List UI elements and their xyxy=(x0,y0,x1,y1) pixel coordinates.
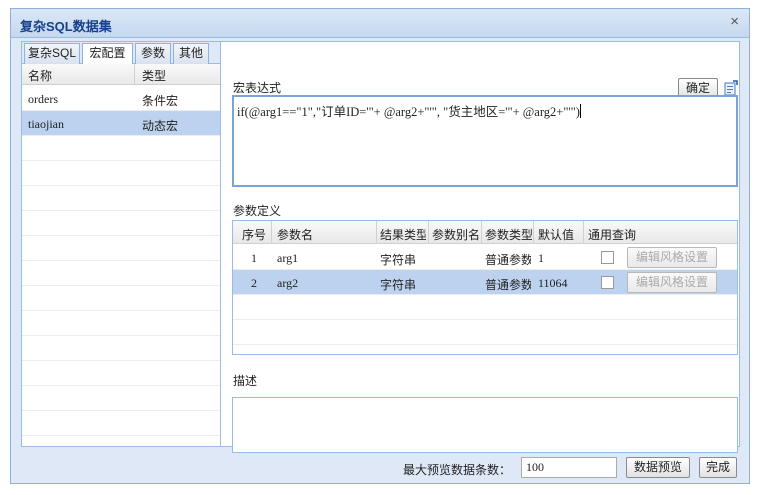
expression-text: if(@arg1=="1","订单ID='"+ @arg2+"'", "货主地区… xyxy=(237,105,580,119)
header-alias[interactable]: 参数别名 xyxy=(432,226,480,243)
general-query-checkbox[interactable] xyxy=(601,251,614,264)
macro-row[interactable]: orders 条件宏 xyxy=(22,86,220,111)
empty-row xyxy=(22,286,220,311)
empty-row xyxy=(22,386,220,411)
expression-label: 宏表达式 xyxy=(233,81,282,95)
text-cursor xyxy=(579,104,581,118)
max-rows-label: 最大预览数据条数： xyxy=(403,463,512,477)
column-divider[interactable] xyxy=(271,221,272,244)
dialog-title: 复杂SQL数据集 xyxy=(20,19,112,34)
column-divider[interactable] xyxy=(533,221,534,244)
dialog: 复杂SQL数据集 × 复杂SQL 宏配置 参数 其他 名称 类型 orders … xyxy=(10,8,750,484)
expression-editor[interactable]: if(@arg1=="1","订单ID='"+ @arg2+"'", "货主地区… xyxy=(232,95,738,187)
header-result-type[interactable]: 结果类型 xyxy=(380,226,426,243)
params-header: 序号 参数名 结果类型 参数别名 参数类型 默认值 通用查询 xyxy=(233,221,737,244)
macro-name: tiaojian xyxy=(28,117,64,131)
macro-type: 动态宏 xyxy=(142,119,179,133)
export-icon[interactable] xyxy=(724,80,738,96)
params-label: 参数定义 xyxy=(233,204,282,218)
general-query-checkbox[interactable] xyxy=(601,276,614,289)
close-icon[interactable]: × xyxy=(730,14,739,30)
description-field[interactable] xyxy=(232,397,738,453)
tab-bar: 复杂SQL 宏配置 参数 其他 xyxy=(22,42,220,65)
empty-row xyxy=(22,186,220,211)
tab-macro-config[interactable]: 宏配置 xyxy=(82,43,133,65)
macro-list-header: 名称 类型 xyxy=(22,64,220,85)
tab-params[interactable]: 参数 xyxy=(135,43,171,64)
param-no: 2 xyxy=(251,276,257,290)
header-name[interactable]: 名称 xyxy=(28,67,52,84)
empty-row xyxy=(22,361,220,386)
empty-row xyxy=(22,211,220,236)
empty-row xyxy=(22,136,220,161)
param-result-type: 字符串 xyxy=(380,278,417,292)
column-divider[interactable] xyxy=(481,221,482,244)
header-type[interactable]: 类型 xyxy=(142,67,166,84)
empty-row xyxy=(22,161,220,186)
header-param-name[interactable]: 参数名 xyxy=(277,226,372,243)
edit-style-button[interactable]: 编辑风格设置 xyxy=(627,247,717,268)
header-param-type[interactable]: 参数类型 xyxy=(485,226,532,243)
done-button[interactable]: 完成 xyxy=(699,457,737,478)
max-rows-input[interactable]: 100 xyxy=(521,457,617,478)
macro-type: 条件宏 xyxy=(142,94,179,108)
column-divider[interactable] xyxy=(134,64,135,85)
column-divider[interactable] xyxy=(428,221,429,244)
param-type: 普通参数 xyxy=(485,253,531,267)
empty-row xyxy=(22,311,220,336)
params-table: 序号 参数名 结果类型 参数别名 参数类型 默认值 通用查询 1 arg1 字符… xyxy=(232,220,738,355)
left-panel: 复杂SQL 宏配置 参数 其他 名称 类型 orders 条件宏 tiaojia… xyxy=(21,41,221,447)
right-panel: 宏表达式 确定 if(@arg1=="1","订单ID='"+ @arg2+"'… xyxy=(221,41,740,453)
param-type: 普通参数 xyxy=(485,278,531,292)
param-row[interactable]: 1 arg1 字符串 普通参数 1 编辑风格设置 xyxy=(233,245,737,270)
edit-style-button[interactable]: 编辑风格设置 xyxy=(627,272,717,293)
title-bar: 复杂SQL数据集 × xyxy=(11,9,749,38)
footer: 最大预览数据条数： 100 数据预览 完成 xyxy=(11,449,749,484)
header-default[interactable]: 默认值 xyxy=(538,226,583,243)
tab-other[interactable]: 其他 xyxy=(173,43,209,64)
empty-row xyxy=(233,320,737,345)
header-no[interactable]: 序号 xyxy=(242,226,272,243)
header-general-query[interactable]: 通用查询 xyxy=(588,226,688,243)
param-name: arg2 xyxy=(277,276,299,290)
param-name: arg1 xyxy=(277,251,299,265)
description-label: 描述 xyxy=(233,374,258,388)
preview-button[interactable]: 数据预览 xyxy=(626,457,690,478)
empty-row xyxy=(22,411,220,436)
tab-complex-sql[interactable]: 复杂SQL xyxy=(24,43,80,64)
empty-row xyxy=(22,261,220,286)
empty-row xyxy=(233,295,737,320)
macro-row-selected[interactable]: tiaojian 动态宏 xyxy=(22,111,220,136)
empty-row xyxy=(22,336,220,361)
param-default: 11064 xyxy=(538,276,568,290)
macro-name: orders xyxy=(28,92,58,106)
empty-row xyxy=(22,236,220,261)
param-default: 1 xyxy=(538,251,544,265)
param-result-type: 字符串 xyxy=(380,253,417,267)
param-no: 1 xyxy=(251,251,257,265)
column-divider[interactable] xyxy=(583,221,584,244)
param-row-selected[interactable]: 2 arg2 字符串 普通参数 11064 编辑风格设置 xyxy=(233,270,737,295)
column-divider[interactable] xyxy=(376,221,377,244)
